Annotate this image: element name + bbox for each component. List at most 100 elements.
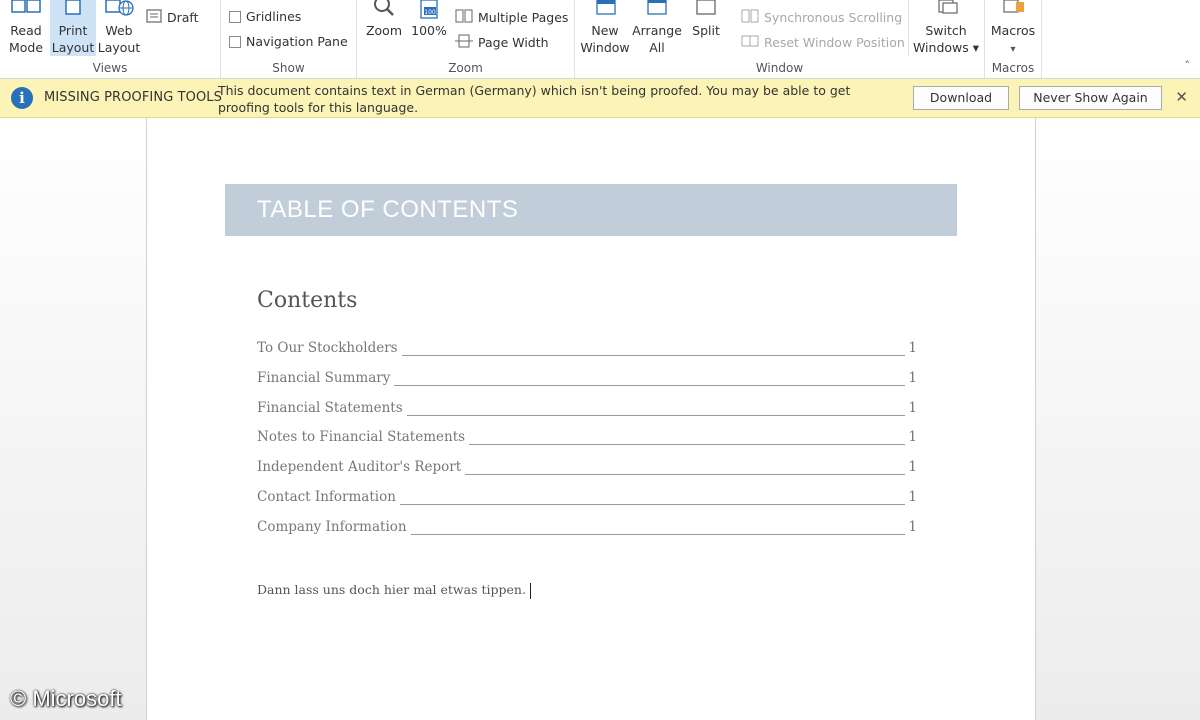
toc-entry[interactable]: Contact Information 1	[257, 489, 917, 519]
toc-leader	[394, 370, 905, 386]
zoom-button[interactable]: Zoom	[361, 0, 407, 39]
info-icon: i	[11, 87, 33, 109]
message-bar-title: MISSING PROOFING TOOLS	[44, 90, 222, 105]
web-layout-button[interactable]: Web Layout	[97, 0, 141, 56]
toc-entry-text: To Our Stockholders	[257, 340, 398, 356]
draft-icon	[146, 9, 162, 26]
text-cursor	[529, 582, 531, 599]
reset-window-position-label: Reset Window Position	[764, 35, 905, 50]
macros-icon	[987, 0, 1039, 20]
window-group: New Window Arrange All Split Synchronous…	[575, 0, 985, 78]
arrange-all-label: Arrange All	[632, 23, 682, 55]
body-text-content: Dann lass uns doch hier mal etwas tippen…	[257, 582, 526, 597]
synchronous-scrolling-icon	[741, 9, 759, 26]
macros-group: Macros ▾ Macros	[985, 0, 1042, 78]
synchronous-scrolling-button[interactable]: Synchronous Scrolling	[741, 9, 902, 26]
window-group-label: Window	[755, 61, 804, 75]
draft-button[interactable]: Draft	[146, 9, 199, 26]
split-label: Split	[692, 23, 720, 38]
toc-entry-page: 1	[908, 459, 917, 476]
read-mode-button[interactable]: Read Mode	[4, 0, 48, 56]
document-page[interactable]: TABLE OF CONTENTS Contents To Our Stockh…	[146, 118, 1036, 720]
switch-windows-label: Switch Windows ▾	[912, 23, 980, 55]
print-layout-label: Print Layout	[51, 23, 95, 55]
views-group-label: Views	[92, 61, 128, 75]
document-area[interactable]: TABLE OF CONTENTS Contents To Our Stockh…	[0, 118, 1200, 720]
toc-entry-text: Financial Summary	[257, 369, 391, 386]
toc-entry[interactable]: Company Information 1	[257, 519, 917, 549]
arrange-all-button[interactable]: Arrange All	[632, 0, 682, 56]
gridlines-check-box[interactable]	[229, 10, 241, 23]
svg-text:100: 100	[424, 9, 436, 16]
toc-entry-page: 1	[908, 340, 917, 356]
macros-dropdown-icon[interactable]: ▾	[1010, 44, 1015, 55]
toc-leader	[399, 489, 905, 505]
split-icon	[685, 0, 727, 20]
views-group: Read Mode Print Layout Web Layout Draft …	[0, 0, 221, 78]
copyright-watermark: © Microsoft	[10, 686, 122, 711]
draft-label: Draft	[167, 10, 199, 25]
gridlines-checkbox[interactable]: Gridlines	[229, 9, 301, 24]
split-button[interactable]: Split	[685, 0, 727, 39]
toc-entry-text: Independent Auditor's Report	[257, 459, 462, 476]
zoom-group-label: Zoom	[448, 61, 483, 75]
reset-window-position-icon	[741, 34, 759, 51]
reset-window-position-button[interactable]: Reset Window Position	[741, 34, 905, 51]
switch-windows-button[interactable]: Switch Windows ▾	[908, 0, 983, 56]
read-mode-label: Read Mode	[8, 23, 44, 55]
globe-icon	[97, 0, 141, 20]
close-icon[interactable]: ✕	[1175, 88, 1188, 106]
toc-entry-page: 1	[908, 369, 917, 386]
body-text[interactable]: Dann lass uns doch hier mal etwas tippen…	[257, 582, 531, 599]
toc-entry[interactable]: To Our Stockholders 1	[257, 340, 917, 370]
table-of-contents: To Our Stockholders 1 Financial Summary …	[257, 340, 917, 549]
toc-banner-title: TABLE OF CONTENTS	[257, 196, 519, 223]
toc-leader	[401, 340, 905, 356]
zoom-100-button[interactable]: 100 100%	[409, 0, 449, 39]
zoom-label: Zoom	[365, 23, 403, 38]
navigation-pane-checkbox[interactable]: Navigation Pane	[229, 34, 348, 49]
book-icon	[4, 0, 48, 20]
print-layout-button[interactable]: Print Layout	[50, 0, 96, 56]
toc-entry-text: Notes to Financial Statements	[257, 429, 466, 446]
new-window-button[interactable]: New Window	[577, 0, 633, 56]
download-button[interactable]: Download	[913, 86, 1009, 110]
zoom-100-label: 100%	[411, 23, 447, 38]
page-width-button[interactable]: Page Width	[455, 34, 549, 51]
toc-entry-text: Contact Information	[257, 488, 396, 505]
navigation-pane-label: Navigation Pane	[246, 34, 348, 49]
message-bar-text: This document contains text in German (G…	[218, 83, 851, 115]
toc-entry[interactable]: Financial Summary 1	[257, 370, 917, 400]
new-window-icon	[577, 0, 633, 20]
toc-banner: TABLE OF CONTENTS	[225, 184, 957, 236]
magnifier-icon	[361, 0, 407, 20]
toc-leader	[406, 400, 905, 416]
zoom-group: Zoom 100 100% Multiple Pages Page Width …	[357, 0, 575, 78]
toc-entry[interactable]: Financial Statements 1	[257, 400, 917, 430]
page-icon	[50, 0, 96, 20]
never-show-again-button[interactable]: Never Show Again	[1019, 86, 1162, 110]
message-bar: i MISSING PROOFING TOOLS This document c…	[0, 79, 1200, 118]
ribbon: Read Mode Print Layout Web Layout Draft …	[0, 0, 1200, 79]
show-group: Gridlines Navigation Pane Show	[221, 0, 357, 78]
gridlines-label: Gridlines	[246, 9, 302, 24]
toc-entry-page: 1	[908, 488, 917, 505]
synchronous-scrolling-label: Synchronous Scrolling	[764, 10, 903, 25]
macros-button[interactable]: Macros ▾	[987, 0, 1039, 58]
multiple-pages-label: Multiple Pages	[478, 10, 569, 25]
multiple-pages-button[interactable]: Multiple Pages	[455, 9, 568, 26]
toc-leader	[469, 429, 905, 446]
toc-entry[interactable]: Notes to Financial Statements 1	[257, 429, 917, 459]
zoom-100-icon: 100	[409, 0, 449, 20]
macros-group-label: Macros	[991, 61, 1035, 75]
page-width-icon	[455, 34, 473, 51]
toc-entry[interactable]: Independent Auditor's Report 1	[257, 459, 917, 489]
multiple-pages-icon	[455, 9, 473, 26]
collapse-ribbon-icon[interactable]: ˄	[1185, 59, 1191, 72]
switch-windows-icon	[909, 0, 983, 20]
navigation-pane-check-box[interactable]	[229, 35, 241, 48]
show-group-label: Show	[272, 61, 305, 75]
web-layout-label: Web Layout	[97, 23, 141, 55]
toc-entry-page: 1	[908, 429, 917, 446]
toc-entry-text: Financial Statements	[257, 399, 403, 416]
